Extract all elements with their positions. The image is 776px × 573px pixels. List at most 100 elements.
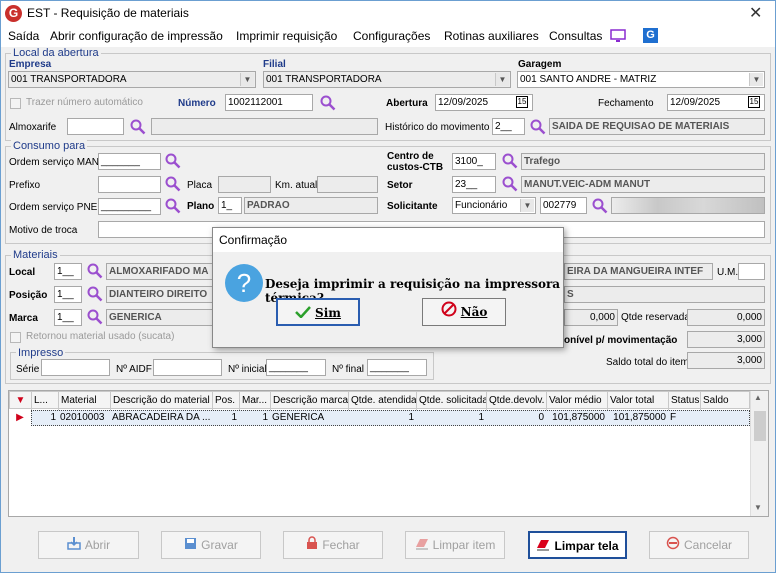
- setor-label: Setor: [387, 180, 413, 191]
- table-row[interactable]: ▶ 1 02010003 ABRACADEIRA DA ... 1 1 GENE…: [9, 410, 750, 427]
- grid-cell: 1: [262, 412, 268, 423]
- grid-header-cell[interactable]: Material: [59, 392, 111, 410]
- empresa-select[interactable]: 001 TRANSPORTADORA ▼: [8, 71, 256, 88]
- grid-header-cell[interactable]: Mar...: [240, 392, 271, 410]
- download-icon: [67, 533, 81, 559]
- historico-search-icon[interactable]: [530, 119, 546, 135]
- confirmation-dialog: Confirmação ? Deseja imprimir a requisiç…: [212, 227, 564, 348]
- serie-input[interactable]: [41, 359, 110, 376]
- grid-header-cell[interactable]: Qtde. atendida: [349, 392, 417, 410]
- numero-input[interactable]: 1002112001: [225, 94, 313, 111]
- local-label: Local: [9, 267, 36, 278]
- prefixo-search-icon[interactable]: [165, 176, 181, 192]
- grid-cell: GENERICA: [272, 412, 325, 423]
- eraser-icon: [415, 533, 429, 559]
- limpar-tela-button[interactable]: Limpar tela: [528, 531, 627, 559]
- solicitante-type-select[interactable]: Funcionário ▼: [452, 197, 536, 214]
- centro-code-input[interactable]: 3100_: [452, 153, 496, 170]
- app-logo-icon: G: [5, 5, 22, 22]
- placa-field: [218, 176, 271, 193]
- km-field: [317, 176, 378, 193]
- grid-vertical-scrollbar[interactable]: ▲ ▼: [750, 391, 768, 516]
- cancelar-button[interactable]: Cancelar: [649, 531, 749, 559]
- scroll-down-icon[interactable]: ▼: [754, 503, 762, 512]
- garagem-select[interactable]: 001 SANTO ANDRE - MATRIZ ▼: [517, 71, 765, 88]
- inicial-label: Nº inicial: [228, 364, 267, 375]
- marca-qty-field: 0,000: [564, 309, 618, 326]
- grid-header-cell[interactable]: Valor total: [608, 392, 669, 410]
- scroll-thumb[interactable]: [754, 411, 766, 441]
- grid-cell: 1: [231, 412, 237, 423]
- scroll-up-icon[interactable]: ▲: [754, 393, 762, 402]
- inicial-input[interactable]: _______: [266, 359, 326, 376]
- grid-header-cell[interactable]: Pos.: [213, 392, 240, 410]
- plano-desc-field: PADRAO: [244, 197, 378, 214]
- limpar-item-button[interactable]: Limpar item: [405, 531, 505, 559]
- title-bar: G EST - Requisição de materiais ✕: [1, 1, 775, 27]
- posicao-code-input[interactable]: 1__: [54, 286, 82, 303]
- solicitante-search-icon[interactable]: [592, 198, 608, 214]
- impresso-legend: Impresso: [16, 347, 66, 359]
- solicitante-code-input[interactable]: 002779: [540, 197, 587, 214]
- fechar-button[interactable]: Fechar: [283, 531, 383, 559]
- abertura-calendar-icon[interactable]: 15: [516, 96, 528, 108]
- monitor-icon[interactable]: [610, 29, 626, 43]
- os-man-label: Ordem serviço MAN: [9, 157, 100, 168]
- gravar-button[interactable]: Gravar: [161, 531, 261, 559]
- setor-code-input[interactable]: 23__: [452, 176, 496, 193]
- os-man-search-icon[interactable]: [165, 153, 181, 169]
- filial-select[interactable]: 001 TRANSPORTADORA ▼: [263, 71, 511, 88]
- nao-button[interactable]: Não: [422, 298, 506, 326]
- posicao-search-icon[interactable]: [87, 286, 103, 302]
- grid-header-cell[interactable]: Valor médio: [547, 392, 608, 410]
- menu-consultas[interactable]: Consultas: [549, 29, 602, 43]
- trazer-numero-checkbox[interactable]: [10, 98, 21, 109]
- centro-search-icon[interactable]: [502, 153, 518, 169]
- grid-header-cell[interactable]: Qtde. solicitada: [417, 392, 487, 410]
- almoxarife-input[interactable]: [67, 118, 124, 135]
- menu-saida[interactable]: Saída: [8, 29, 39, 43]
- menu-imprimir-requisicao[interactable]: Imprimir requisição: [236, 29, 337, 43]
- menu-configuracoes[interactable]: Configurações: [353, 29, 430, 43]
- almoxarife-search-icon[interactable]: [130, 119, 146, 135]
- menu-abrir-config-impressao[interactable]: Abrir configuração de impressão: [50, 29, 223, 43]
- grid-sort-icon[interactable]: ▼: [10, 392, 32, 410]
- retornou-sucata-label: Retornou material usado (sucata): [26, 331, 175, 342]
- abrir-button[interactable]: Abrir: [38, 531, 139, 559]
- prefixo-input[interactable]: [98, 176, 161, 193]
- marca-search-icon[interactable]: [87, 309, 103, 325]
- qtde-reservada-label: Qtde reservada: [621, 312, 690, 323]
- fechamento-calendar-icon[interactable]: 15: [748, 96, 760, 108]
- empresa-label: Empresa: [9, 59, 52, 70]
- grid-header-cell[interactable]: Descrição marca: [271, 392, 349, 410]
- sim-button[interactable]: Sim: [276, 298, 360, 326]
- final-input[interactable]: _______: [367, 359, 427, 376]
- close-icon[interactable]: ✕: [749, 3, 762, 23]
- setor-search-icon[interactable]: [502, 176, 518, 192]
- os-pne-input[interactable]: _________: [98, 198, 161, 215]
- os-pne-search-icon[interactable]: [165, 198, 181, 214]
- marca-code-input[interactable]: 1__: [54, 309, 82, 326]
- menu-rotinas-auxiliares[interactable]: Rotinas auxiliares: [444, 29, 539, 43]
- local-search-icon[interactable]: [87, 263, 103, 279]
- main-window: G EST - Requisição de materiais ✕ Saída …: [0, 0, 776, 573]
- aidf-input[interactable]: [153, 359, 222, 376]
- os-man-input[interactable]: _______: [98, 153, 161, 170]
- marca-label: Marca: [9, 313, 38, 324]
- plano-code-input[interactable]: 1_: [218, 197, 242, 214]
- grid-header-cell[interactable]: Status: [669, 392, 701, 410]
- posicao-desc-field: DIANTEIRO DIREITO: [106, 286, 214, 303]
- grid-header-cell[interactable]: Descrição do material: [111, 392, 213, 410]
- retornou-sucata-checkbox[interactable]: [10, 332, 21, 343]
- grid-cell: 1: [50, 412, 56, 423]
- local-desc-field: ALMOXARIFADO MA: [106, 263, 214, 280]
- local-code-input[interactable]: 1__: [54, 263, 82, 280]
- numero-search-icon[interactable]: [320, 95, 336, 111]
- items-grid[interactable]: ▼ L... Material Descrição do material Po…: [8, 390, 769, 517]
- historico-code-input[interactable]: 2__: [492, 118, 525, 135]
- motivo-troca-label: Motivo de troca: [9, 225, 78, 236]
- grid-header-cell[interactable]: Saldo: [701, 392, 751, 410]
- grid-header-cell[interactable]: L...: [32, 392, 59, 410]
- grid-header-cell[interactable]: Qtde.devolv.: [487, 392, 547, 410]
- g-app-icon[interactable]: G: [643, 28, 658, 43]
